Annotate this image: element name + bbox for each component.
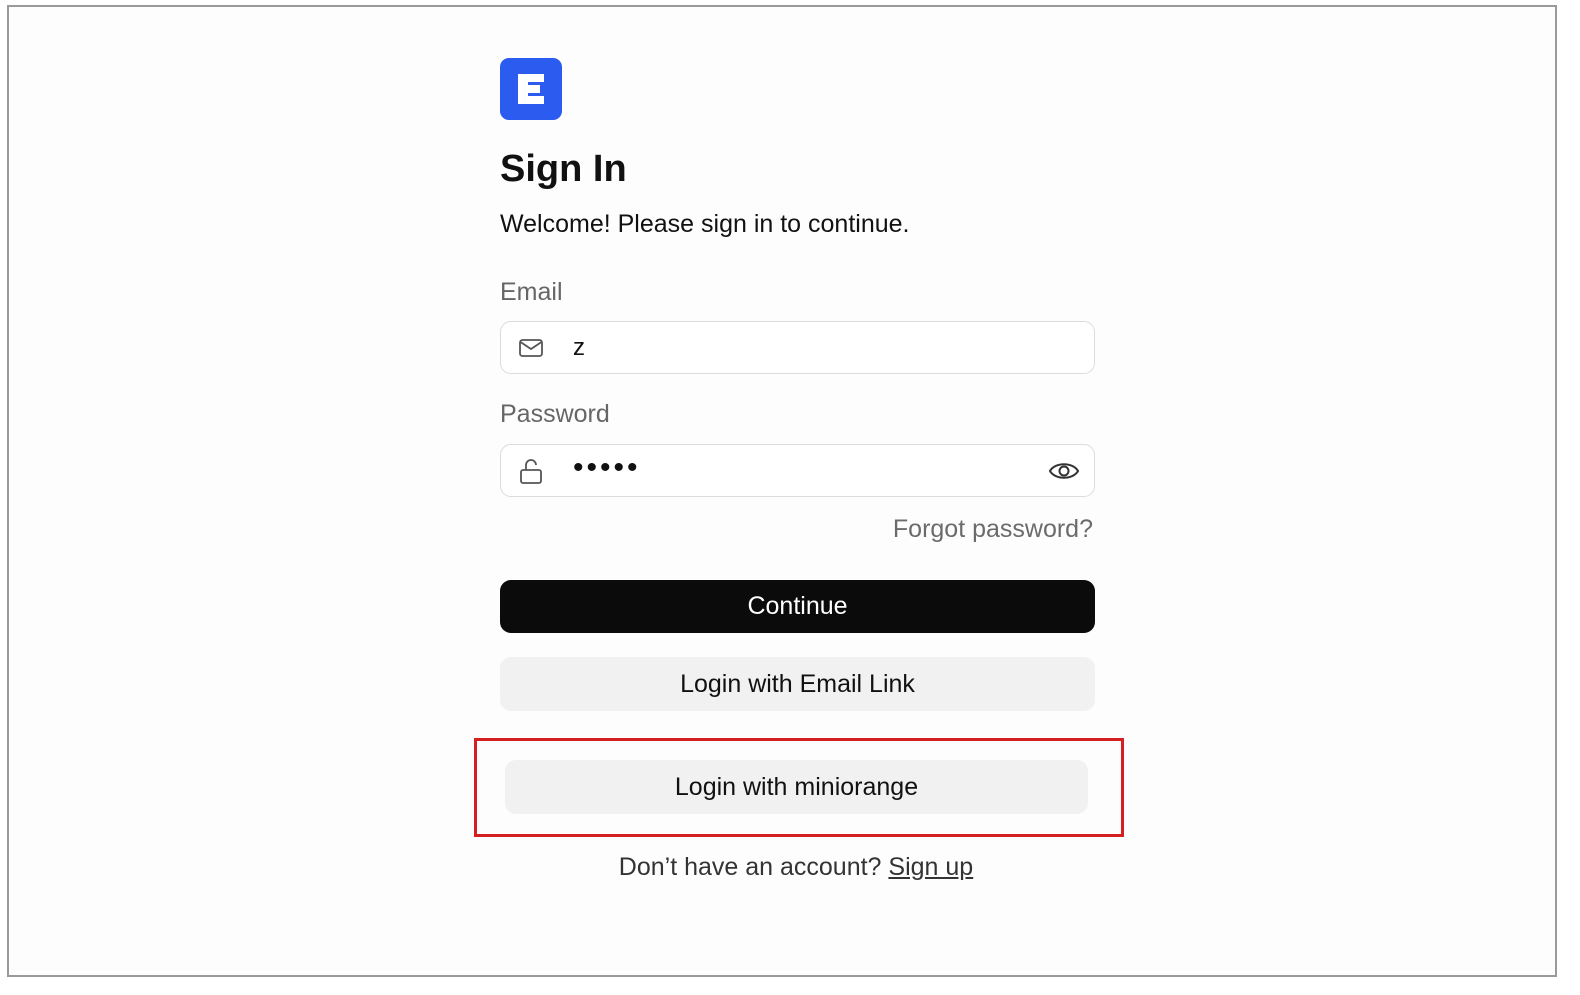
password-field[interactable]: •••••	[500, 444, 1095, 497]
signup-prompt-text: Don’t have an account?	[618, 853, 882, 881]
password-label: Password	[500, 400, 610, 428]
app-logo	[500, 58, 562, 120]
eye-icon[interactable]	[1048, 457, 1080, 485]
email-input-value[interactable]: z	[573, 334, 585, 362]
page-subtitle: Welcome! Please sign in to continue.	[500, 210, 910, 238]
logo-glyph-icon	[518, 74, 544, 104]
email-link-button[interactable]: Login with Email Link	[500, 657, 1095, 711]
email-label: Email	[500, 278, 563, 306]
forgot-password-link[interactable]: Forgot password?	[893, 515, 1093, 544]
lock-icon	[520, 459, 542, 484]
page-title: Sign In	[500, 148, 627, 190]
signup-link[interactable]: Sign up	[888, 853, 973, 881]
continue-button[interactable]: Continue	[500, 580, 1095, 633]
signup-prompt: Don’t have an account? Sign up	[0, 853, 1580, 882]
miniorange-login-button[interactable]: Login with miniorange	[505, 760, 1088, 814]
mail-icon	[519, 339, 543, 357]
email-field[interactable]: z	[500, 321, 1095, 374]
password-input-value[interactable]: •••••	[573, 451, 641, 485]
